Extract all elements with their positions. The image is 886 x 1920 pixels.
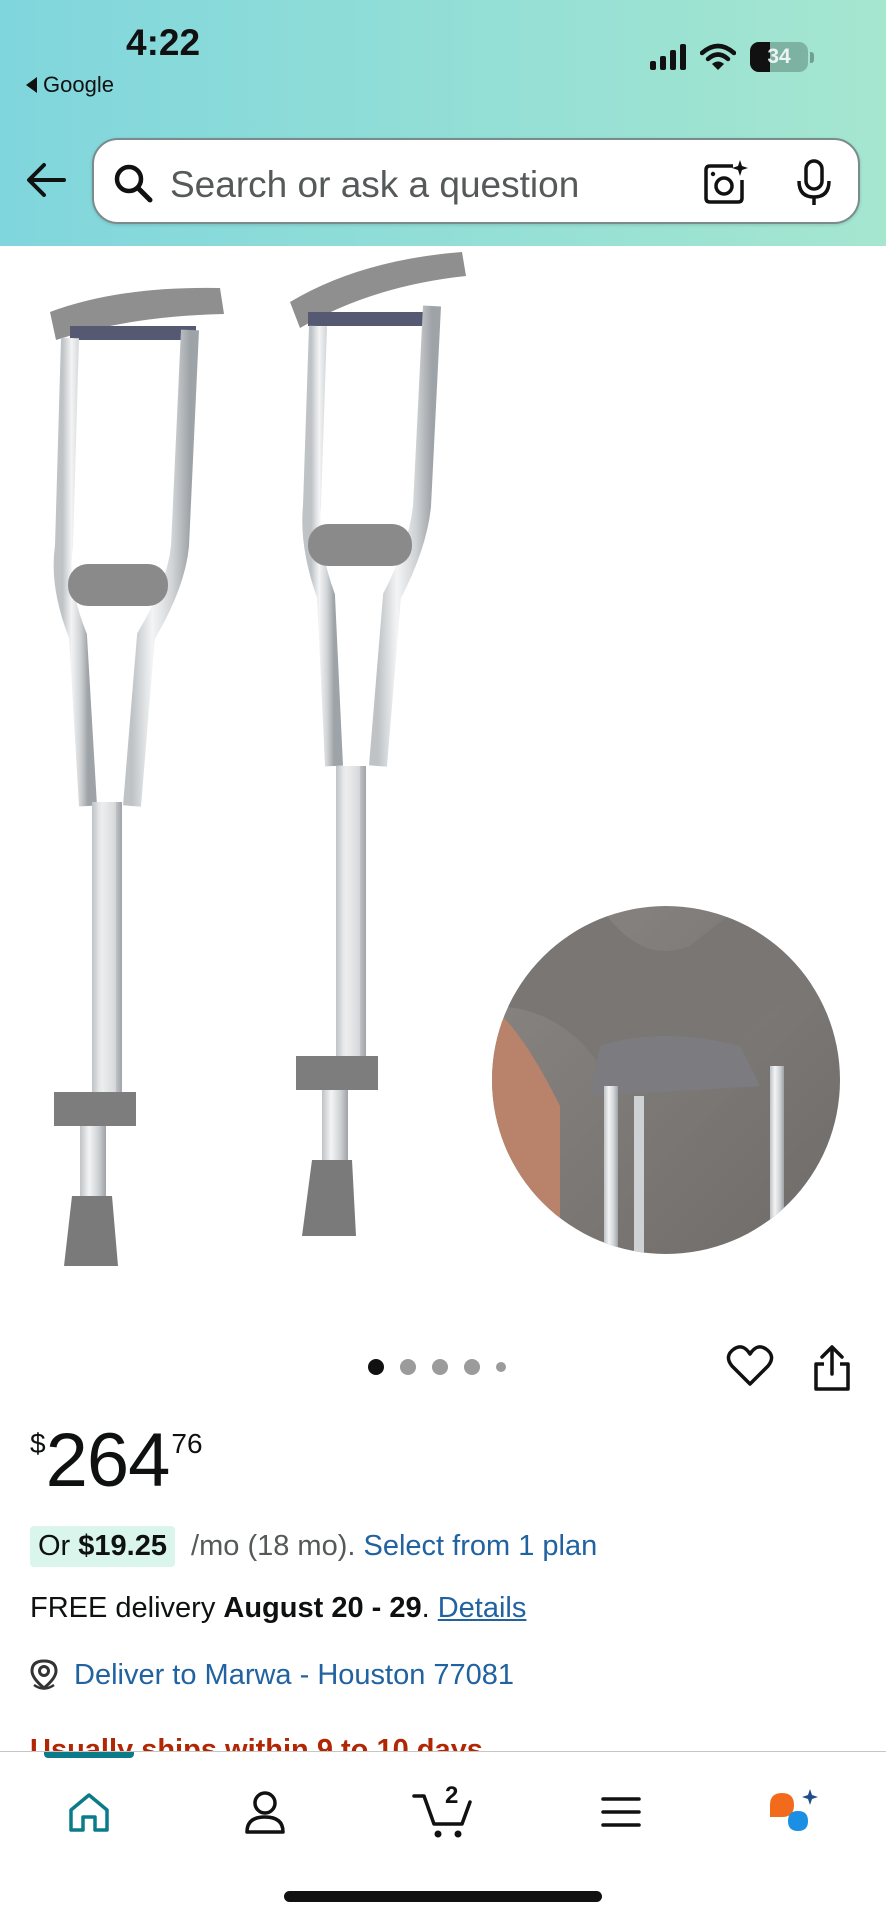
monthly-pill: Or $19.25: [30, 1526, 175, 1567]
search-placeholder: Search or ask a question: [170, 164, 580, 205]
status-icons: 34: [650, 42, 814, 72]
product-image[interactable]: [0, 246, 886, 1326]
price: $ 264 76: [30, 1418, 203, 1504]
cellular-signal-icon: [650, 44, 686, 70]
camera-search-icon[interactable]: [702, 160, 748, 206]
deliver-to-location[interactable]: Deliver to Marwa - Houston 77081: [28, 1658, 514, 1692]
price-whole: 264: [45, 1418, 171, 1503]
nav-menu[interactable]: [586, 1782, 656, 1842]
cart-icon: [412, 1794, 472, 1838]
delivery-details-link[interactable]: Details: [438, 1592, 527, 1624]
delivery-info: FREE delivery August 20 - 29. Details: [30, 1592, 527, 1624]
monthly-payment: Or $19.25 /mo (18 mo). Select from 1 pla…: [30, 1526, 597, 1567]
home-indicator: [284, 1891, 602, 1902]
pagination-dot[interactable]: [432, 1359, 448, 1375]
rufus-assistant-icon: [770, 1789, 818, 1831]
monthly-terms: /mo (18 mo).: [182, 1530, 364, 1562]
nav-home[interactable]: [54, 1782, 124, 1842]
pagination-dot[interactable]: [464, 1359, 480, 1375]
header: 4:22 Google 34 Search or ask a question: [0, 0, 886, 246]
account-icon: [245, 1791, 285, 1834]
search-row: Search or ask a question: [0, 136, 886, 226]
share-icon[interactable]: [812, 1344, 852, 1392]
deliver-to-text: Deliver to Marwa - Houston 77081: [74, 1658, 515, 1691]
cart-count: 2: [445, 1782, 459, 1809]
delivery-dates: August 20 - 29: [223, 1592, 422, 1624]
wishlist-heart-icon[interactable]: [726, 1344, 774, 1388]
microphone-icon[interactable]: [796, 158, 832, 208]
crutches-image: [50, 252, 840, 1266]
pagination-dot[interactable]: [400, 1359, 416, 1375]
price-symbol: $: [30, 1428, 46, 1459]
wifi-icon: [700, 43, 736, 70]
crutch-right: [290, 252, 466, 1236]
status-time: 4:22: [126, 22, 201, 63]
search-icon: [114, 164, 153, 203]
location-pin-icon: [30, 1659, 58, 1690]
pagination-dot[interactable]: [368, 1359, 384, 1375]
nav-account[interactable]: [230, 1782, 300, 1842]
nav-active-indicator: [44, 1752, 134, 1758]
inset-photo: [492, 906, 840, 1254]
back-arrow-icon[interactable]: [24, 160, 68, 200]
nav-cart[interactable]: 2: [408, 1782, 478, 1842]
price-fraction: 76: [171, 1428, 203, 1459]
back-triangle-icon: [26, 77, 37, 93]
image-pagination: [368, 1359, 506, 1375]
nav-rufus[interactable]: [760, 1782, 830, 1842]
select-plan-link[interactable]: Select from 1 plan: [363, 1530, 597, 1563]
back-app-label: Google: [43, 72, 114, 97]
shipping-estimate: Usually ships within 9 to 10 days.: [30, 1734, 491, 1752]
crutch-left: [50, 287, 224, 1266]
battery-percent: 34: [767, 45, 791, 68]
back-to-app-link[interactable]: Google: [26, 72, 114, 98]
menu-icon: [601, 1797, 641, 1827]
home-icon: [69, 1793, 109, 1832]
monthly-amount: $19.25: [78, 1530, 167, 1562]
search-input[interactable]: Search or ask a question: [92, 138, 860, 224]
battery-icon: 34: [750, 42, 808, 72]
pagination-dot[interactable]: [496, 1362, 506, 1372]
